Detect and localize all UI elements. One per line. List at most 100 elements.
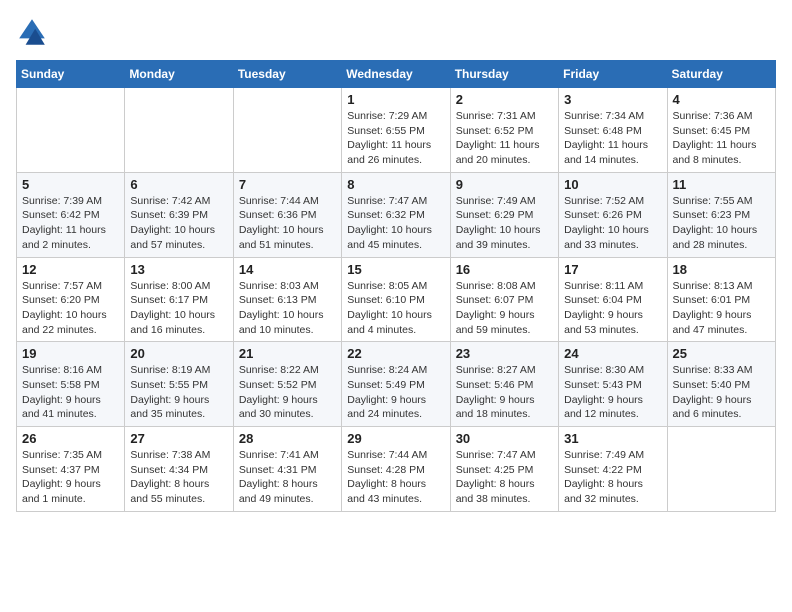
- calendar-cell: 22Sunrise: 8:24 AM Sunset: 5:49 PM Dayli…: [342, 342, 450, 427]
- calendar-cell: 11 Sunrise: 7:55 AM Sunset: 6:23 PM Dayli…: [667, 172, 775, 257]
- day-info: Sunrise: 7:44 AM Sunset: 6:36 PM Dayligh…: [239, 194, 336, 253]
- calendar-week-row: 12 Sunrise: 7:57 AM Sunset: 6:20 PM Dayli…: [17, 257, 776, 342]
- calendar-cell: 27 Sunrise: 7:38 AM Sunset: 4:34 PM Dayli…: [125, 427, 233, 512]
- day-number: 31: [564, 431, 661, 446]
- day-info: Sunrise: 8:13 AM Sunset: 6:01 PM Dayligh…: [673, 279, 770, 338]
- calendar-header-row: SundayMondayTuesdayWednesdayThursdayFrid…: [17, 61, 776, 88]
- calendar-cell: 29 Sunrise: 7:44 AM Sunset: 4:28 PM Dayli…: [342, 427, 450, 512]
- day-info: Sunrise: 7:42 AM Sunset: 6:39 PM Dayligh…: [130, 194, 227, 253]
- day-number: 20: [130, 346, 227, 361]
- calendar-cell: 3 Sunrise: 7:34 AM Sunset: 6:48 PM Daylig…: [559, 88, 667, 173]
- calendar-cell: 23 Sunrise: 8:27 AM Sunset: 5:46 PM Dayli…: [450, 342, 558, 427]
- day-header-wednesday: Wednesday: [342, 61, 450, 88]
- calendar-cell: 25Sunrise: 8:33 AM Sunset: 5:40 PM Dayli…: [667, 342, 775, 427]
- day-number: 11: [673, 177, 770, 192]
- day-number: 15: [347, 262, 444, 277]
- page-header: [16, 16, 776, 48]
- day-number: 1: [347, 92, 444, 107]
- day-number: 9: [456, 177, 553, 192]
- day-number: 21: [239, 346, 336, 361]
- day-info: Sunrise: 7:44 AM Sunset: 4:28 PM Dayligh…: [347, 448, 444, 507]
- day-number: 22: [347, 346, 444, 361]
- day-info: Sunrise: 8:27 AM Sunset: 5:46 PM Dayligh…: [456, 363, 553, 422]
- day-info: Sunrise: 7:36 AM Sunset: 6:45 PM Dayligh…: [673, 109, 770, 168]
- calendar-cell: 18 Sunrise: 8:13 AM Sunset: 6:01 PM Dayli…: [667, 257, 775, 342]
- calendar-cell: [17, 88, 125, 173]
- day-info: Sunrise: 7:47 AM Sunset: 4:25 PM Dayligh…: [456, 448, 553, 507]
- calendar-cell: 8 Sunrise: 7:47 AM Sunset: 6:32 PM Daylig…: [342, 172, 450, 257]
- day-number: 6: [130, 177, 227, 192]
- calendar-table: SundayMondayTuesdayWednesdayThursdayFrid…: [16, 60, 776, 512]
- calendar-cell: 5 Sunrise: 7:39 AM Sunset: 6:42 PM Daylig…: [17, 172, 125, 257]
- calendar-week-row: 1 Sunrise: 7:29 AM Sunset: 6:55 PM Daylig…: [17, 88, 776, 173]
- calendar-cell: 4 Sunrise: 7:36 AM Sunset: 6:45 PM Daylig…: [667, 88, 775, 173]
- day-number: 18: [673, 262, 770, 277]
- calendar-cell: 6 Sunrise: 7:42 AM Sunset: 6:39 PM Daylig…: [125, 172, 233, 257]
- calendar-week-row: 19 Sunrise: 8:16 AM Sunset: 5:58 PM Dayli…: [17, 342, 776, 427]
- day-number: 4: [673, 92, 770, 107]
- day-header-monday: Monday: [125, 61, 233, 88]
- day-info: Sunrise: 7:39 AM Sunset: 6:42 PM Dayligh…: [22, 194, 119, 253]
- day-number: 19: [22, 346, 119, 361]
- day-header-friday: Friday: [559, 61, 667, 88]
- day-header-saturday: Saturday: [667, 61, 775, 88]
- day-info: Sunrise: 8:30 AM Sunset: 5:43 PM Dayligh…: [564, 363, 661, 422]
- day-info: Sunrise: 7:34 AM Sunset: 6:48 PM Dayligh…: [564, 109, 661, 168]
- day-number: 17: [564, 262, 661, 277]
- day-number: 16: [456, 262, 553, 277]
- day-number: 29: [347, 431, 444, 446]
- day-header-thursday: Thursday: [450, 61, 558, 88]
- day-number: 13: [130, 262, 227, 277]
- day-info: Sunrise: 7:55 AM Sunset: 6:23 PM Dayligh…: [673, 194, 770, 253]
- calendar-cell: 17 Sunrise: 8:11 AM Sunset: 6:04 PM Dayli…: [559, 257, 667, 342]
- day-number: 30: [456, 431, 553, 446]
- day-header-sunday: Sunday: [17, 61, 125, 88]
- day-info: Sunrise: 8:08 AM Sunset: 6:07 PM Dayligh…: [456, 279, 553, 338]
- day-number: 7: [239, 177, 336, 192]
- logo: [16, 16, 52, 48]
- day-info: Sunrise: 8:19 AM Sunset: 5:55 PM Dayligh…: [130, 363, 227, 422]
- calendar-cell: 7 Sunrise: 7:44 AM Sunset: 6:36 PM Daylig…: [233, 172, 341, 257]
- day-number: 10: [564, 177, 661, 192]
- calendar-week-row: 26 Sunrise: 7:35 AM Sunset: 4:37 PM Dayli…: [17, 427, 776, 512]
- calendar-cell: [667, 427, 775, 512]
- day-info: Sunrise: 8:16 AM Sunset: 5:58 PM Dayligh…: [22, 363, 119, 422]
- calendar-cell: 30 Sunrise: 7:47 AM Sunset: 4:25 PM Dayli…: [450, 427, 558, 512]
- day-info: Sunrise: 7:57 AM Sunset: 6:20 PM Dayligh…: [22, 279, 119, 338]
- day-number: 24: [564, 346, 661, 361]
- calendar-cell: 2Sunrise: 7:31 AM Sunset: 6:52 PM Daylig…: [450, 88, 558, 173]
- day-number: 2: [456, 92, 553, 107]
- day-info: Sunrise: 7:49 AM Sunset: 6:29 PM Dayligh…: [456, 194, 553, 253]
- day-info: Sunrise: 8:05 AM Sunset: 6:10 PM Dayligh…: [347, 279, 444, 338]
- day-number: 26: [22, 431, 119, 446]
- calendar-cell: 26 Sunrise: 7:35 AM Sunset: 4:37 PM Dayli…: [17, 427, 125, 512]
- calendar-cell: 13 Sunrise: 8:00 AM Sunset: 6:17 PM Dayli…: [125, 257, 233, 342]
- calendar-cell: 24 Sunrise: 8:30 AM Sunset: 5:43 PM Dayli…: [559, 342, 667, 427]
- day-number: 8: [347, 177, 444, 192]
- calendar-week-row: 5 Sunrise: 7:39 AM Sunset: 6:42 PM Daylig…: [17, 172, 776, 257]
- day-info: Sunrise: 8:03 AM Sunset: 6:13 PM Dayligh…: [239, 279, 336, 338]
- day-info: Sunrise: 8:22 AM Sunset: 5:52 PM Dayligh…: [239, 363, 336, 422]
- day-number: 28: [239, 431, 336, 446]
- day-info: Sunrise: 7:47 AM Sunset: 6:32 PM Dayligh…: [347, 194, 444, 253]
- calendar-cell: 16 Sunrise: 8:08 AM Sunset: 6:07 PM Dayli…: [450, 257, 558, 342]
- day-info: Sunrise: 7:35 AM Sunset: 4:37 PM Dayligh…: [22, 448, 119, 507]
- day-info: Sunrise: 8:00 AM Sunset: 6:17 PM Dayligh…: [130, 279, 227, 338]
- calendar-cell: 28Sunrise: 7:41 AM Sunset: 4:31 PM Dayli…: [233, 427, 341, 512]
- day-number: 23: [456, 346, 553, 361]
- logo-icon: [16, 16, 48, 48]
- day-number: 12: [22, 262, 119, 277]
- day-number: 14: [239, 262, 336, 277]
- day-info: Sunrise: 8:33 AM Sunset: 5:40 PM Dayligh…: [673, 363, 770, 422]
- calendar-cell: 14 Sunrise: 8:03 AM Sunset: 6:13 PM Dayli…: [233, 257, 341, 342]
- day-info: Sunrise: 8:11 AM Sunset: 6:04 PM Dayligh…: [564, 279, 661, 338]
- calendar-cell: 20 Sunrise: 8:19 AM Sunset: 5:55 PM Dayli…: [125, 342, 233, 427]
- day-info: Sunrise: 7:52 AM Sunset: 6:26 PM Dayligh…: [564, 194, 661, 253]
- day-number: 27: [130, 431, 227, 446]
- calendar-cell: 9 Sunrise: 7:49 AM Sunset: 6:29 PM Daylig…: [450, 172, 558, 257]
- calendar-cell: 19 Sunrise: 8:16 AM Sunset: 5:58 PM Dayli…: [17, 342, 125, 427]
- day-info: Sunrise: 7:29 AM Sunset: 6:55 PM Dayligh…: [347, 109, 444, 168]
- day-info: Sunrise: 7:38 AM Sunset: 4:34 PM Dayligh…: [130, 448, 227, 507]
- day-number: 5: [22, 177, 119, 192]
- day-number: 3: [564, 92, 661, 107]
